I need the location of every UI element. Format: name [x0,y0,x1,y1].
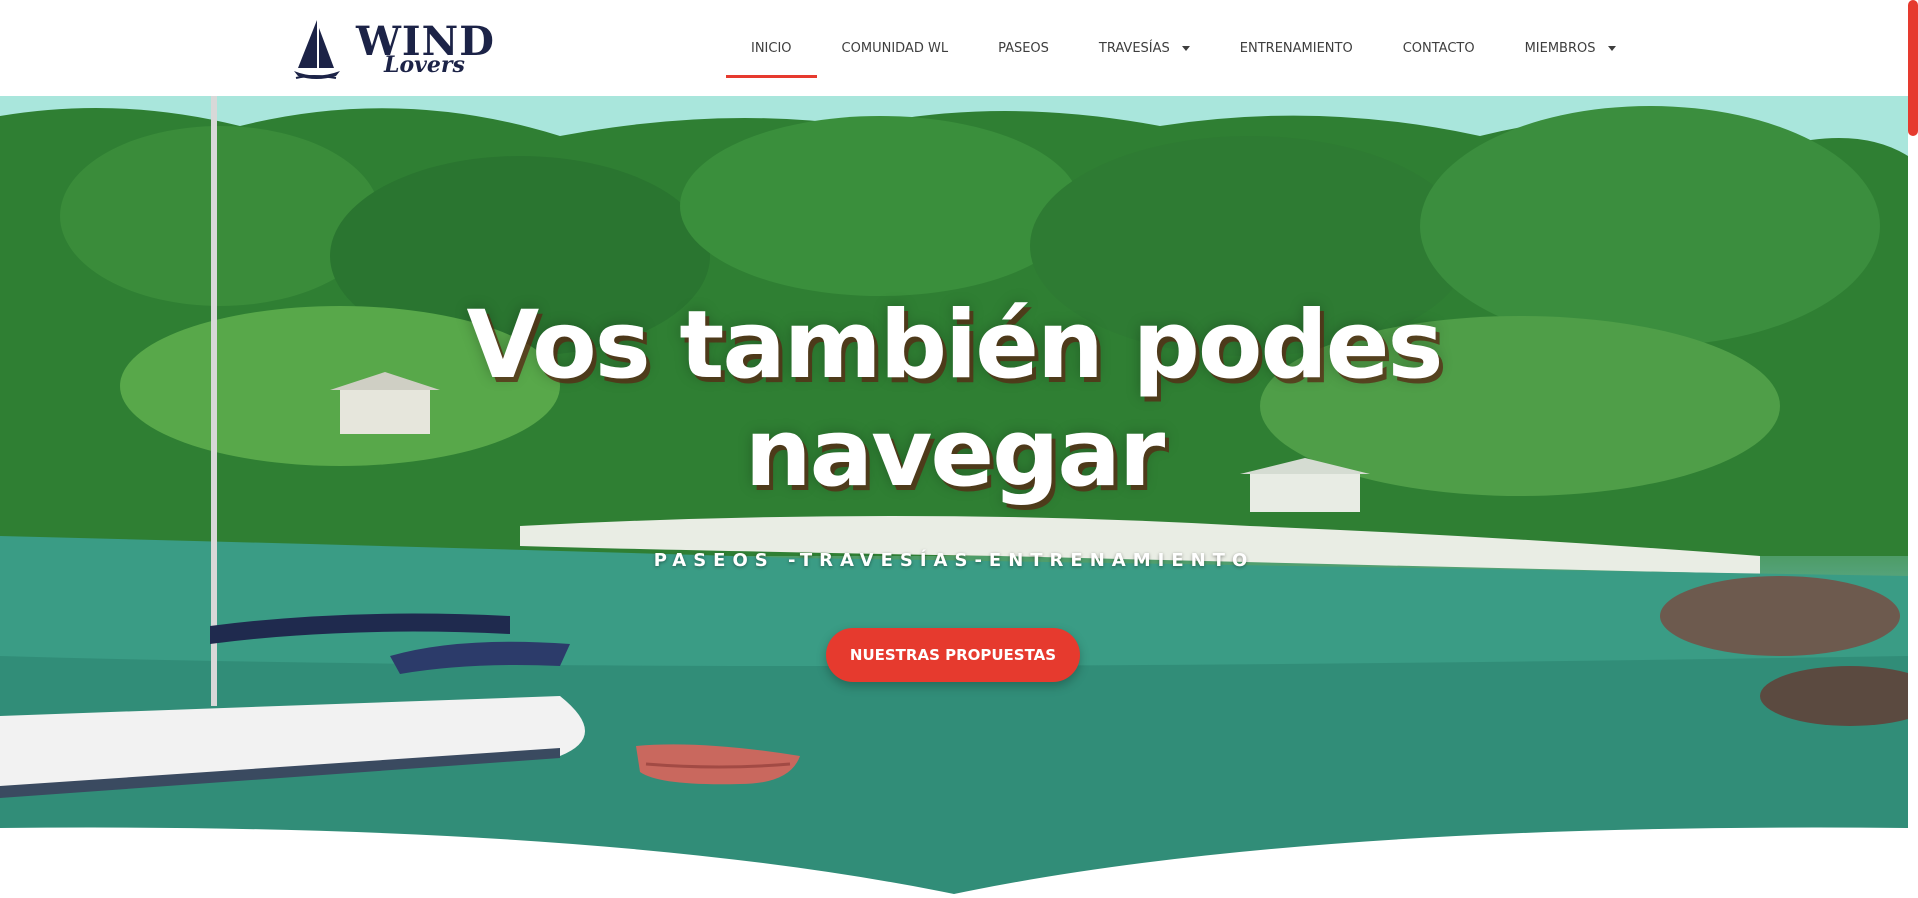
nuestras-propuestas-button[interactable]: NUESTRAS PROPUESTAS [826,628,1080,682]
nav-label: COMUNIDAD WL [841,40,949,56]
nav-label: MIEMBROS [1524,40,1596,56]
logo-wordmark-lovers: Lovers [384,52,465,78]
nav-label: TRAVESÍAS [1098,40,1170,56]
sailboat-icon [294,20,340,79]
chevron-down-icon [1181,45,1190,51]
hero-subtitle: PASEOS -TRAVESÍAS-ENTRENAMIENTO [653,550,1255,571]
nav-item-travesias[interactable]: TRAVESÍAS [1074,0,1215,96]
hero-title-line1: Vos también podes [466,291,1444,400]
nav-item-paseos[interactable]: PASEOS [973,0,1074,96]
hero-title-line2: navegar [744,399,1165,508]
site-logo[interactable]: WIND Lovers [292,18,494,82]
wave-divider [0,827,1908,898]
site-header: WIND Lovers INICIO COMUNIDAD WL PASEOS T… [0,0,1908,96]
nav-label: INICIO [751,40,792,56]
nav-item-inicio[interactable]: INICIO [726,0,817,96]
chevron-down-icon [1607,45,1616,51]
main-nav: INICIO COMUNIDAD WL PASEOS TRAVESÍAS ENT… [726,0,1641,96]
hero-title: Vos también podes navegar [0,292,1908,508]
page-scrollbar[interactable] [1908,0,1918,898]
hero-banner: Vos también podes navegar PASEOS -TRAVES… [0,96,1908,898]
scrollbar-thumb[interactable] [1908,0,1918,136]
nav-label: ENTRENAMIENTO [1239,40,1353,56]
nav-item-comunidad[interactable]: COMUNIDAD WL [817,0,974,96]
nav-item-entrenamiento[interactable]: ENTRENAMIENTO [1215,0,1378,96]
nav-item-contacto[interactable]: CONTACTO [1378,0,1500,96]
nav-label: PASEOS [998,40,1049,56]
nav-item-miembros[interactable]: MIEMBROS [1500,0,1641,96]
nav-label: CONTACTO [1402,40,1475,56]
